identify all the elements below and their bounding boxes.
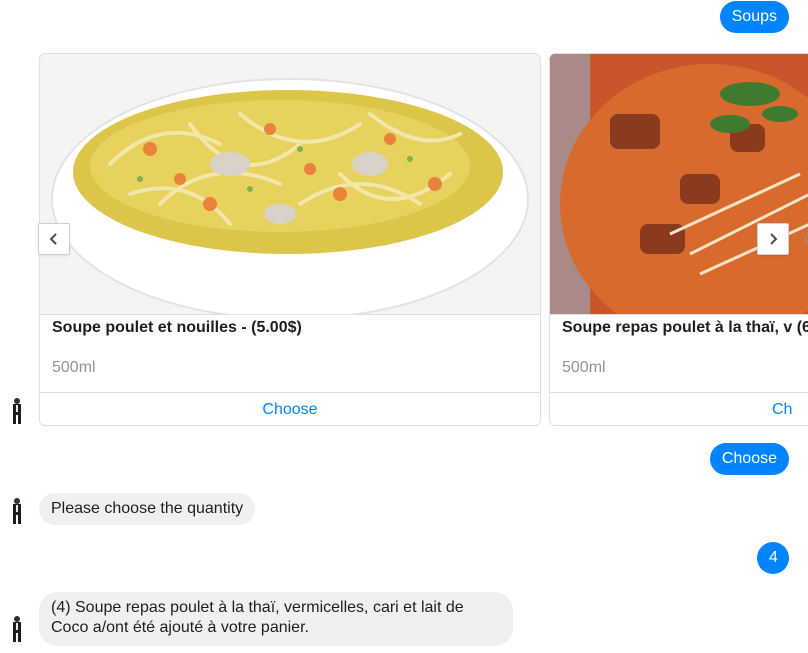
product-card: Soupe poulet et nouilles - (5.00$) 500ml… xyxy=(39,53,541,426)
user-message-soups: Soups xyxy=(719,1,789,33)
choose-button[interactable]: Ch xyxy=(550,392,808,425)
user-message-choose: Choose xyxy=(709,443,789,475)
product-carousel: Soupe poulet et nouilles - (5.00$) 500ml… xyxy=(39,53,808,427)
chevron-right-icon xyxy=(770,233,778,245)
carousel-next-button[interactable] xyxy=(757,223,789,255)
card-subtitle: 500ml xyxy=(562,359,606,376)
card-image-thai-curry-soup xyxy=(550,54,808,315)
bot-avatar xyxy=(13,398,21,424)
card-subtitle: 500ml xyxy=(52,359,96,376)
bot-avatar xyxy=(13,498,21,524)
carousel-prev-button[interactable] xyxy=(38,223,70,255)
card-title: Soupe poulet et nouilles - (5.00$) xyxy=(52,319,302,336)
user-message-quantity: 4 xyxy=(757,542,789,574)
bot-avatar xyxy=(13,616,21,642)
card-title: Soupe repas poulet à la thaï, v (6.95$) xyxy=(562,319,808,336)
info-icon xyxy=(804,233,808,245)
card-image-chicken-noodle-soup xyxy=(40,54,540,315)
bot-message-quantity: Please choose the quantity xyxy=(39,493,256,525)
choose-button[interactable]: Choose xyxy=(40,392,540,425)
bot-message-confirmation: (4) Soupe repas poulet à la thaï, vermic… xyxy=(39,592,513,646)
chevron-left-icon xyxy=(49,233,57,245)
